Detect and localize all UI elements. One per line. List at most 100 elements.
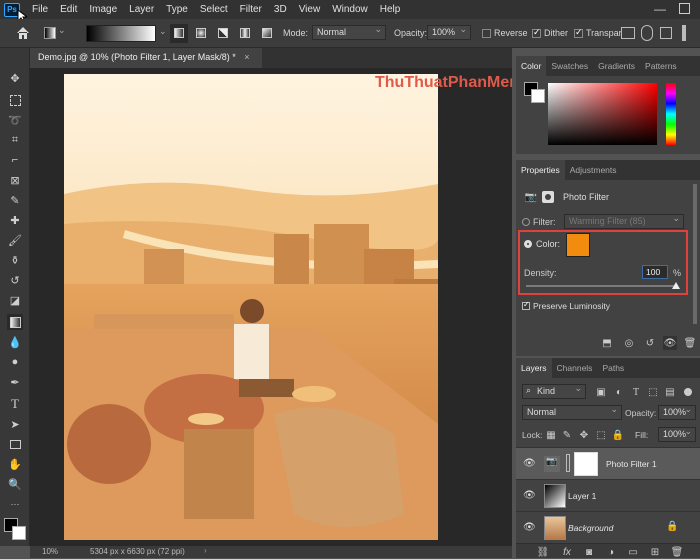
density-slider-track[interactable]	[526, 285, 676, 287]
quick-select-tool-icon[interactable]: ⌗	[7, 132, 23, 148]
view-previous-state-icon[interactable]: ◎	[622, 336, 636, 350]
mode-select[interactable]: Normal	[312, 24, 386, 40]
preserve-luminosity-checkbox[interactable]: ✓	[522, 300, 530, 310]
eye-icon[interactable]: 👁	[523, 458, 536, 469]
maximize-icon[interactable]	[679, 3, 690, 14]
color-radio[interactable]	[524, 240, 532, 248]
transparency-checkbox[interactable]	[574, 27, 583, 38]
menu-layer[interactable]: Layer	[123, 4, 160, 15]
lock-artboard-icon[interactable]: ⬚	[594, 428, 608, 442]
lock-pixels-icon[interactable]: ✎	[560, 428, 574, 442]
menu-3d[interactable]: 3D	[268, 4, 293, 15]
layer-row-layer-1[interactable]: 👁 Layer 1	[516, 479, 700, 511]
delete-layer-icon[interactable]: 🗑	[670, 545, 684, 559]
filter-select[interactable]: Warming Filter (85)	[564, 213, 684, 229]
gradient-editor-swatch[interactable]	[86, 25, 156, 42]
density-field[interactable]: 100	[642, 265, 668, 279]
tab-patterns[interactable]: Patterns	[640, 56, 682, 76]
filter-color-swatch[interactable]	[566, 233, 590, 257]
fx-icon[interactable]: fx	[560, 545, 574, 559]
layer-opacity-field[interactable]: 100%	[658, 404, 696, 420]
document-info[interactable]: 5304 px x 6630 px (72 ppi)	[90, 547, 185, 556]
delete-adjustment-icon[interactable]: 🗑	[683, 336, 697, 350]
reset-icon[interactable]: ↺	[643, 336, 657, 350]
marquee-tool-icon[interactable]	[7, 92, 23, 108]
menu-filter[interactable]: Filter	[234, 4, 268, 15]
close-icon[interactable]: ×	[244, 52, 249, 62]
new-adjustment-icon[interactable]: ◑	[604, 545, 618, 559]
new-layer-icon[interactable]: ⊞	[648, 545, 662, 559]
lock-transparent-icon[interactable]: ▦	[544, 428, 558, 442]
move-tool-icon[interactable]: ✥	[7, 70, 23, 86]
tab-gradients[interactable]: Gradients	[593, 56, 640, 76]
layer-mask-thumbnail[interactable]	[574, 452, 598, 476]
layer-filter-kind-select[interactable]: ⌕ Kind	[522, 383, 586, 399]
tab-adjustments[interactable]: Adjustments	[565, 160, 622, 180]
layer-row-photo-filter[interactable]: 👁 📷 Photo Filter 1	[516, 447, 700, 479]
frame-tool-icon[interactable]: ⊠	[7, 172, 23, 188]
select-mask-icon[interactable]	[621, 27, 635, 39]
eraser-tool-icon[interactable]: ◪	[7, 292, 23, 308]
density-slider-thumb[interactable]	[672, 282, 680, 289]
diamond-gradient-button[interactable]	[258, 24, 276, 43]
home-icon[interactable]	[15, 26, 31, 40]
rectangle-tool-icon[interactable]	[7, 436, 23, 452]
shape-filter-icon[interactable]: ⬚	[646, 385, 660, 399]
tab-properties[interactable]: Properties	[516, 160, 565, 180]
tab-color[interactable]: Color	[516, 56, 547, 76]
lock-all-icon[interactable]: 🔒	[611, 428, 625, 442]
filter-radio[interactable]	[522, 218, 530, 226]
opacity-field[interactable]: 100%	[427, 24, 471, 40]
pen-tool-icon[interactable]: ✒	[7, 374, 23, 390]
eye-icon[interactable]: 👁	[523, 490, 536, 501]
menu-image[interactable]: Image	[83, 4, 123, 15]
document-image[interactable]	[64, 74, 438, 540]
menu-select[interactable]: Select	[194, 4, 234, 15]
link-layers-icon[interactable]: ⛓	[536, 545, 550, 559]
pixel-filter-icon[interactable]: ▣	[594, 385, 608, 399]
chevron-right-icon[interactable]: ›	[204, 546, 207, 555]
radial-gradient-button[interactable]	[192, 24, 210, 43]
link-icon[interactable]	[566, 454, 570, 472]
zoom-level[interactable]: 10%	[42, 547, 58, 556]
reflected-gradient-button[interactable]	[236, 24, 254, 43]
menu-window[interactable]: Window	[326, 4, 374, 15]
menu-help[interactable]: Help	[374, 4, 407, 15]
search-icon[interactable]	[641, 25, 653, 41]
background-color-swatch[interactable]	[12, 526, 26, 540]
clone-stamp-tool-icon[interactable]: ⚱	[7, 252, 23, 268]
smart-object-filter-icon[interactable]: ▤	[663, 385, 677, 399]
history-brush-tool-icon[interactable]: ↺	[7, 272, 23, 288]
gradient-tool-icon[interactable]	[7, 314, 23, 330]
angle-gradient-button[interactable]	[214, 24, 232, 43]
hue-slider[interactable]	[666, 83, 676, 145]
more-tools-icon[interactable]: ···	[7, 496, 23, 512]
dodge-tool-icon[interactable]: ●	[7, 354, 23, 370]
type-filter-icon[interactable]: T	[629, 385, 643, 399]
workspace-icon[interactable]	[660, 27, 672, 39]
tab-channels[interactable]: Channels	[552, 358, 598, 378]
menu-edit[interactable]: Edit	[54, 4, 83, 15]
adjustment-filter-icon[interactable]: ◐	[612, 385, 626, 399]
document-tab[interactable]: Demo.jpg @ 10% (Photo Filter 1, Layer Ma…	[30, 48, 262, 68]
menu-type[interactable]: Type	[160, 4, 194, 15]
blend-mode-select[interactable]: Normal	[522, 404, 622, 420]
minimize-icon[interactable]: —	[654, 2, 666, 16]
clip-to-layer-icon[interactable]: ⬒	[600, 336, 614, 350]
chevron-down-icon[interactable]: ⌄	[159, 26, 167, 37]
reverse-checkbox[interactable]	[482, 29, 491, 38]
visibility-toggle-icon[interactable]: 👁	[663, 336, 677, 350]
background-swatch[interactable]	[531, 89, 545, 103]
fill-field[interactable]: 100%	[658, 426, 696, 442]
crop-tool-icon[interactable]: ⌐	[7, 152, 23, 168]
layer-row-background[interactable]: 👁 Background 🔒	[516, 511, 700, 543]
eye-icon[interactable]: 👁	[523, 522, 536, 533]
tab-layers[interactable]: Layers	[516, 358, 552, 378]
new-group-icon[interactable]: ▭	[626, 545, 640, 559]
type-tool-icon[interactable]: T	[7, 396, 23, 412]
hand-tool-icon[interactable]: ✋	[7, 456, 23, 472]
dither-checkbox[interactable]	[532, 27, 541, 38]
menu-view[interactable]: View	[293, 4, 327, 15]
linear-gradient-button[interactable]	[170, 24, 188, 43]
properties-scrollbar[interactable]	[693, 184, 697, 324]
